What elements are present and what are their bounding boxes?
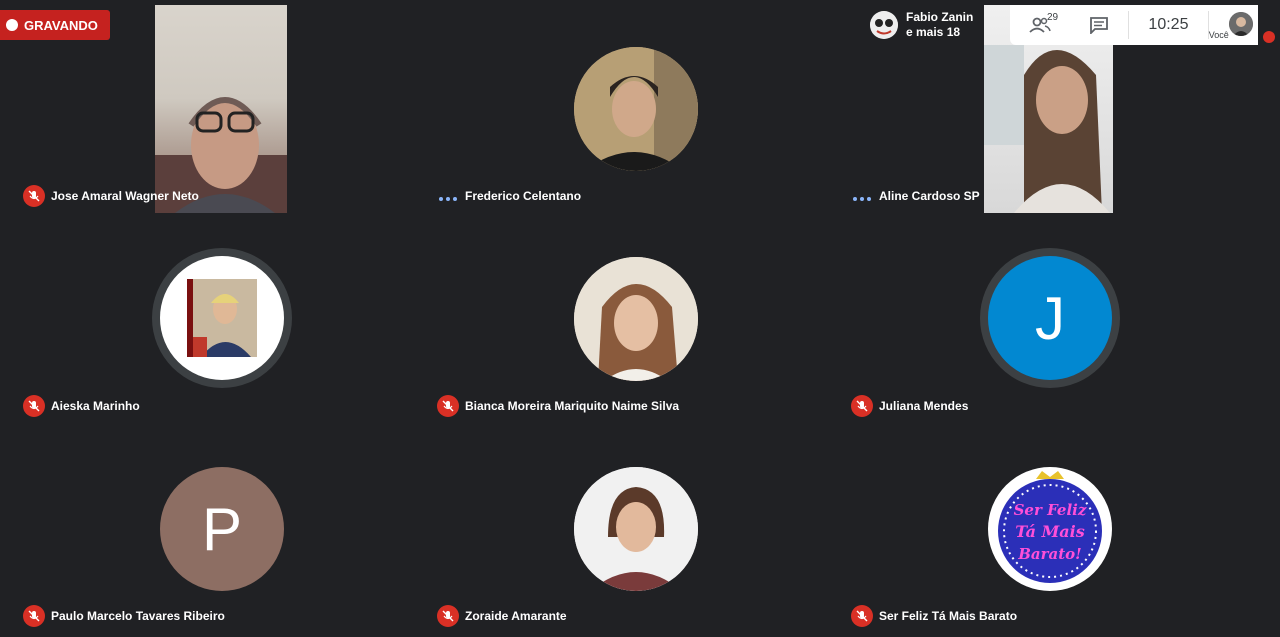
speaking-indicator — [439, 197, 457, 201]
participant-name: Juliana Mendes — [879, 399, 969, 413]
muted-mic-icon — [437, 395, 459, 417]
person-photo — [574, 467, 698, 591]
logo-line-1: Ser Feliz — [1014, 501, 1087, 519]
participant-count: 29 — [1047, 12, 1059, 23]
ser-feliz-logo: Ser Feliz Tá Mais Barato! — [990, 469, 1110, 589]
logo-avatar: Ser Feliz Tá Mais Barato! — [988, 467, 1112, 591]
logo-line-2: Tá Mais — [1015, 522, 1084, 541]
self-avatar — [1228, 12, 1253, 36]
avatar-letter: J — [1035, 284, 1065, 352]
self-view-button[interactable]: Você — [1209, 5, 1258, 45]
presenter-avatar — [870, 11, 898, 39]
clock: 10:25 — [1148, 16, 1189, 33]
avatar-letter: P — [201, 495, 243, 563]
participant-tile[interactable]: Frederico Celentano — [429, 5, 843, 213]
muted-mic-icon — [23, 185, 45, 207]
people-button[interactable]: 29 — [1010, 5, 1069, 45]
meeting-stage: Jose Amaral Wagner Neto Frederico Celent… — [0, 0, 1280, 637]
participant-name: Bianca Moreira Mariquito Naime Silva — [465, 399, 680, 413]
recording-badge[interactable]: GRAVANDO — [0, 10, 110, 40]
muted-mic-icon — [437, 605, 459, 627]
muted-mic-icon — [23, 395, 45, 417]
speaking-indicator — [853, 197, 871, 201]
participant-tile[interactable]: Zoraide Amarante — [429, 425, 843, 633]
person-photo — [187, 279, 257, 357]
self-label: Você — [1208, 30, 1229, 40]
participant-name: Zoraide Amarante — [465, 609, 567, 623]
person-photo — [574, 257, 698, 381]
record-dot-icon — [6, 19, 18, 31]
chat-icon — [1089, 17, 1108, 34]
logo-line-3: Barato! — [1017, 545, 1082, 563]
participant-name: Jose Amaral Wagner Neto — [51, 189, 199, 203]
top-controls: 29 10:25 Você — [1010, 5, 1258, 45]
participant-name: Frederico Celentano — [465, 189, 582, 203]
participant-photo — [152, 248, 292, 388]
participant-tile[interactable]: Bianca Moreira Mariquito Naime Silva — [429, 215, 843, 423]
participant-photo — [574, 257, 698, 381]
participant-tile[interactable]: Ser Feliz Tá Mais Barato! Ser Feliz Tá M… — [843, 425, 1257, 633]
self-muted-icon — [1263, 31, 1275, 43]
presenter-name: Fabio Zanin — [906, 10, 974, 24]
participant-tile[interactable]: J Juliana Mendes — [843, 215, 1257, 423]
participant-tile[interactable]: Aieska Marinho — [15, 215, 429, 423]
participant-name: Aline Cardoso SP — [879, 189, 980, 203]
participant-photo — [574, 467, 698, 591]
participant-name: Aieska Marinho — [51, 399, 140, 413]
person-photo — [574, 47, 698, 171]
recording-label: GRAVANDO — [24, 17, 98, 33]
muted-mic-icon — [23, 605, 45, 627]
muted-mic-icon — [851, 605, 873, 627]
participant-video — [155, 5, 287, 213]
chat-button[interactable] — [1069, 5, 1128, 45]
person-video-frame — [155, 97, 287, 213]
presenter-more: e mais 18 — [906, 25, 961, 39]
letter-avatar: J — [980, 248, 1120, 388]
presenter-chip[interactable]: Fabio Zanin e mais 18 — [864, 5, 984, 45]
muted-mic-icon — [851, 395, 873, 417]
participant-name: Ser Feliz Tá Mais Barato — [879, 609, 1018, 623]
letter-avatar: P — [160, 467, 284, 591]
participant-photo — [574, 47, 698, 171]
participant-tile[interactable]: P Paulo Marcelo Tavares Ribeiro — [15, 425, 429, 633]
participant-name: Paulo Marcelo Tavares Ribeiro — [51, 609, 225, 623]
